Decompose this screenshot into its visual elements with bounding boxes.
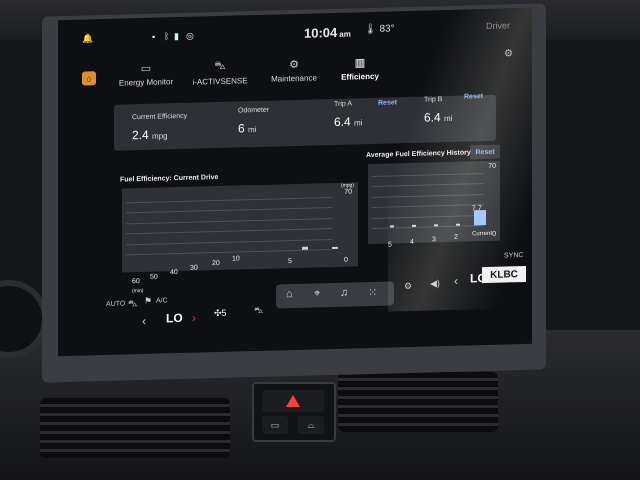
- car-icon[interactable]: ⛍: [254, 305, 263, 317]
- y-max-label: 70: [488, 162, 496, 170]
- x-tick-label: Current: [472, 230, 493, 238]
- trip-a-reset-button[interactable]: Reset: [378, 99, 397, 106]
- x-tick-label: 40: [170, 269, 178, 277]
- current-drive-chart: (mpg) 70 60 50 40 30 20 10 5 0 (min): [122, 182, 358, 294]
- temp-right-down[interactable]: ‹: [454, 274, 458, 288]
- settings-icon[interactable]: ⚙: [404, 281, 412, 292]
- air-vent-right: [338, 372, 498, 432]
- battery-icon: ▭: [140, 62, 152, 76]
- infotainment-screen: 🔔 ▪ ᛒ ▮ ◎ 10:04 am 🌡 83° Driver ⌂ ▭ Energ…: [58, 7, 532, 357]
- driver-profile[interactable]: Driver: [486, 20, 510, 31]
- hazard-panel: ▭ ⌓: [252, 382, 336, 442]
- current-value-label: 7.7: [472, 205, 482, 213]
- current-efficiency-value: 2.4 mpg: [132, 127, 168, 143]
- outside-temperature: 🌡 83°: [364, 23, 395, 36]
- tab-energy-monitor[interactable]: ▭ Energy Monitor: [106, 61, 186, 88]
- grid-line: [372, 193, 484, 198]
- tab-efficiency[interactable]: ▥ Efficiency: [320, 55, 400, 82]
- ac-button[interactable]: A/C: [156, 297, 168, 304]
- history-chart: 70 0 5 4 3 2 Current 7.7: [368, 160, 500, 249]
- fan-speed[interactable]: ✣5: [214, 308, 227, 319]
- grid-line: [126, 207, 332, 214]
- temp-left-up[interactable]: ›: [192, 311, 196, 325]
- x-tick-label: 10: [232, 255, 240, 263]
- grid-line: [372, 204, 484, 209]
- history-reset-button[interactable]: Reset: [470, 144, 500, 160]
- seat-fan-icon[interactable]: ⚑: [144, 296, 152, 307]
- x-tick-label: 3: [432, 236, 436, 244]
- x-unit-label: (min): [132, 287, 144, 295]
- data-bar: [332, 246, 338, 250]
- current-efficiency-label: Current Efficiency: [132, 112, 188, 122]
- bar-chart-icon: ▥: [354, 57, 366, 70]
- hazard-button[interactable]: [262, 390, 324, 412]
- efficiency-summary-card: Current Efficiency 2.4 mpg Odometer 6 mi…: [114, 93, 496, 151]
- history-bar: [434, 224, 438, 227]
- trip-b-reset-button[interactable]: Reset: [464, 93, 483, 100]
- odometer-label: Odometer: [238, 106, 270, 115]
- sync-button[interactable]: SYNC: [504, 252, 523, 260]
- trip-a-label: Trip A: [334, 100, 353, 108]
- temp-left-down[interactable]: ‹: [142, 314, 146, 328]
- odometer-value: 6 mi: [238, 121, 257, 136]
- x-tick-label: 4: [410, 238, 414, 246]
- history-bar: [390, 225, 394, 228]
- history-title: Average Fuel Efficiency History: [366, 149, 471, 160]
- phone-icon: ▮: [174, 31, 179, 42]
- message-icon: ▪: [152, 31, 156, 42]
- grid-line: [372, 214, 484, 219]
- front-defrost-button[interactable]: ⌓: [298, 416, 324, 434]
- auto-climate-button[interactable]: AUTO: [106, 300, 125, 308]
- grid-line: [126, 249, 332, 256]
- history-bar: [412, 224, 416, 227]
- app-dock: ⌂ ⌖ ♫ ⁙: [276, 281, 394, 309]
- current-drive-title: Fuel Efficiency: Current Drive: [120, 174, 219, 184]
- history-bar: [456, 223, 460, 226]
- x-tick-label: 0: [344, 256, 348, 264]
- volume-icon[interactable]: ◀): [430, 278, 440, 289]
- wifi-icon: ◎: [186, 30, 194, 41]
- music-icon[interactable]: ♫: [340, 287, 348, 299]
- rear-defrost-button[interactable]: ▭: [262, 416, 288, 434]
- data-bar: [302, 246, 308, 250]
- grid-line: [372, 225, 484, 229]
- license-plate-overlay: KLBC: [482, 265, 526, 284]
- temp-left-value: LO: [166, 310, 183, 326]
- x-tick-label: 30: [190, 264, 198, 272]
- x-tick-label: 2: [454, 233, 458, 241]
- x-tick-label: 60: [132, 278, 140, 286]
- settings-gear-icon[interactable]: ⚙: [504, 48, 513, 59]
- mute-icon: 🔔: [82, 33, 94, 44]
- grid-line: [372, 183, 484, 188]
- x-tick-label: 5: [288, 258, 292, 266]
- grid-line: [126, 197, 332, 204]
- car-sensor-icon: ⛍: [214, 59, 226, 73]
- grid-line: [126, 228, 332, 235]
- grid-line: [372, 173, 484, 177]
- trip-b-label: Trip B: [424, 96, 443, 104]
- y-max-label: 70: [344, 188, 352, 196]
- current-bar: [474, 210, 486, 226]
- trip-a-value: 6.4 mi: [334, 114, 363, 129]
- app-home-icon[interactable]: ⌂: [82, 71, 96, 86]
- tab-i-activsense[interactable]: ⛍ i-ACTIVSENSE: [180, 59, 260, 87]
- x-tick-label: 50: [150, 273, 158, 281]
- grid-line: [126, 238, 332, 246]
- navigation-icon[interactable]: ⌖: [314, 287, 320, 300]
- recirculation-icon[interactable]: ⛍: [128, 298, 137, 310]
- trip-b-value: 6.4 mi: [424, 110, 453, 125]
- x-tick-label: 20: [212, 259, 220, 268]
- clock: 10:04 am: [304, 24, 351, 41]
- home-icon[interactable]: ⌂: [286, 288, 293, 300]
- air-vent-left: [40, 398, 230, 458]
- bluetooth-icon: ᛒ: [164, 31, 170, 42]
- apps-grid-icon[interactable]: ⁙: [368, 286, 377, 299]
- x-tick-label: 5: [388, 241, 392, 249]
- grid-line: [126, 217, 332, 225]
- hazard-triangle-icon: [286, 395, 300, 407]
- y-min-label: 0: [492, 230, 496, 238]
